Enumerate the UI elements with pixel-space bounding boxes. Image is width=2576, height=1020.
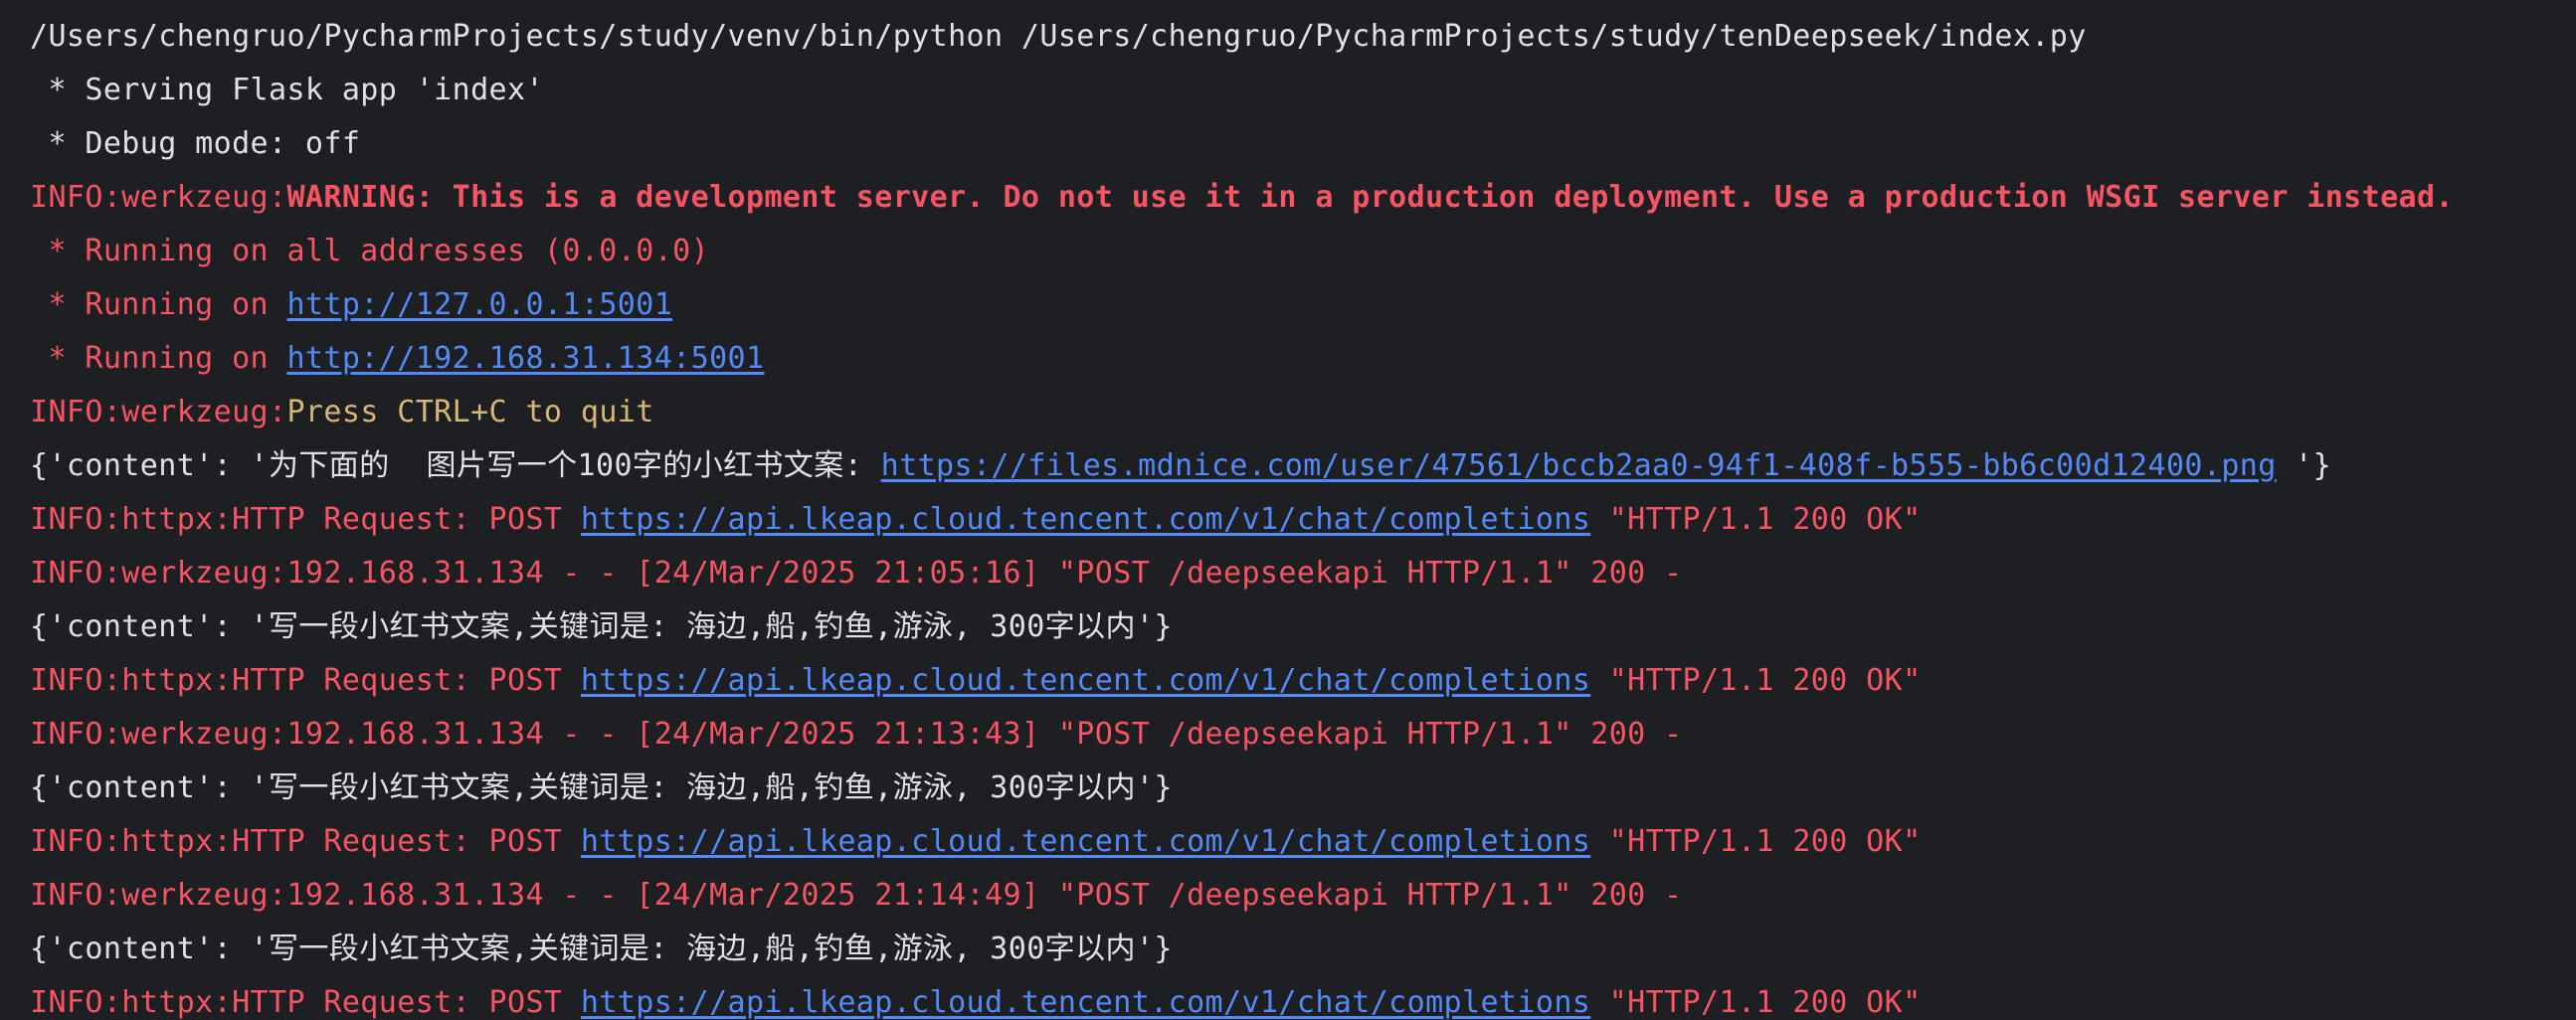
console-text: WARNING: This is a development server. D… [286, 180, 2454, 215]
console-hyperlink[interactable]: https://api.lkeap.cloud.tencent.com/v1/c… [581, 985, 1590, 1020]
console-text: INFO:httpx:HTTP Request: POST [30, 824, 581, 859]
console-line: INFO:httpx:HTTP Request: POST https://ap… [30, 654, 2576, 708]
console-text: INFO:httpx:HTTP Request: POST [30, 502, 581, 537]
console-text: {'content': '为下面的 图片写一个100字的小红书文案: [30, 448, 881, 483]
console-text: '} [2276, 448, 2332, 483]
console-line: INFO:httpx:HTTP Request: POST https://ap… [30, 493, 2576, 547]
console-line: * Serving Flask app 'index' [30, 64, 2576, 117]
console-text: * Running on [30, 341, 287, 376]
console-hyperlink[interactable]: https://api.lkeap.cloud.tencent.com/v1/c… [581, 824, 1590, 859]
console-text: "HTTP/1.1 200 OK" [1590, 502, 1922, 537]
console-text: * Debug mode: off [30, 126, 361, 161]
console-text: * Serving Flask app 'index' [30, 73, 544, 107]
console-hyperlink[interactable]: http://127.0.0.1:5001 [286, 287, 672, 322]
console-line: INFO:werkzeug:192.168.31.134 - - [24/Mar… [30, 547, 2576, 600]
console-text: INFO:httpx:HTTP Request: POST [30, 663, 581, 698]
console-line: {'content': '写一段小红书文案,关键词是: 海边,船,钓鱼,游泳, … [30, 600, 2576, 654]
console-text: INFO:werkzeug:192.168.31.134 - - [24/Mar… [30, 717, 1683, 752]
console-line: /Users/chengruo/PycharmProjects/study/ve… [30, 10, 2576, 64]
console-text: * Running on all addresses (0.0.0.0) [30, 234, 710, 268]
console-text: /Users/chengruo/PycharmProjects/study/ve… [30, 19, 2087, 54]
console-text: * Running on [30, 287, 287, 322]
console-hyperlink[interactable]: https://api.lkeap.cloud.tencent.com/v1/c… [581, 502, 1590, 537]
console-text: INFO:werkzeug:192.168.31.134 - - [24/Mar… [30, 556, 1683, 591]
console-line: INFO:httpx:HTTP Request: POST https://ap… [30, 976, 2576, 1020]
console-text: "HTTP/1.1 200 OK" [1590, 824, 1922, 859]
console-line: * Running on http://127.0.0.1:5001 [30, 278, 2576, 332]
console-line: * Running on all addresses (0.0.0.0) [30, 225, 2576, 278]
console-line: INFO:werkzeug:192.168.31.134 - - [24/Mar… [30, 869, 2576, 923]
console-text: "HTTP/1.1 200 OK" [1590, 663, 1922, 698]
console-text: INFO:werkzeug: [30, 180, 287, 215]
console-text: {'content': '写一段小红书文案,关键词是: 海边,船,钓鱼,游泳, … [30, 609, 1173, 644]
console-hyperlink[interactable]: https://files.mdnice.com/user/47561/bccb… [881, 448, 2277, 483]
console-hyperlink[interactable]: http://192.168.31.134:5001 [286, 341, 764, 376]
console-line: INFO:httpx:HTTP Request: POST https://ap… [30, 815, 2576, 869]
console-text: INFO:werkzeug: [30, 395, 287, 429]
console-text: INFO:httpx:HTTP Request: POST [30, 985, 581, 1020]
console-text: {'content': '写一段小红书文案,关键词是: 海边,船,钓鱼,游泳, … [30, 770, 1173, 805]
console-line: {'content': '写一段小红书文案,关键词是: 海边,船,钓鱼,游泳, … [30, 923, 2576, 976]
console-text: Press CTRL+C to quit [286, 395, 654, 429]
console-text: INFO:werkzeug:192.168.31.134 - - [24/Mar… [30, 878, 1683, 913]
console-line: INFO:werkzeug:Press CTRL+C to quit [30, 386, 2576, 439]
console-text: "HTTP/1.1 200 OK" [1590, 985, 1922, 1020]
run-console-output[interactable]: /Users/chengruo/PycharmProjects/study/ve… [0, 0, 2576, 1020]
console-line: * Running on http://192.168.31.134:5001 [30, 332, 2576, 386]
console-line: INFO:werkzeug:WARNING: This is a develop… [30, 171, 2576, 225]
console-line: INFO:werkzeug:192.168.31.134 - - [24/Mar… [30, 708, 2576, 762]
console-hyperlink[interactable]: https://api.lkeap.cloud.tencent.com/v1/c… [581, 663, 1590, 698]
console-line: {'content': '写一段小红书文案,关键词是: 海边,船,钓鱼,游泳, … [30, 762, 2576, 815]
console-line: * Debug mode: off [30, 117, 2576, 171]
console-text: {'content': '写一段小红书文案,关键词是: 海边,船,钓鱼,游泳, … [30, 932, 1173, 966]
console-line: {'content': '为下面的 图片写一个100字的小红书文案: https… [30, 439, 2576, 493]
